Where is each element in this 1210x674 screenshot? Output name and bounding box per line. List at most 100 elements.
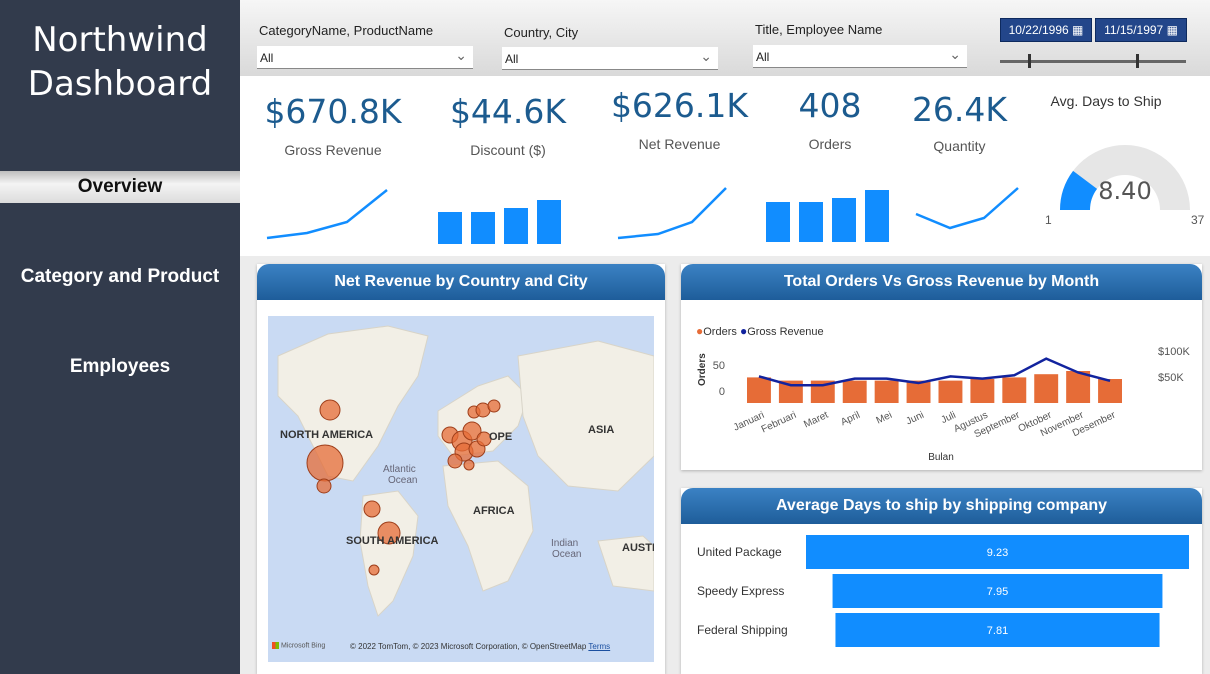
map-bubble[interactable] — [447, 453, 463, 469]
kpi-gross-revenue-label: Gross Revenue — [284, 142, 382, 158]
country-filter-select[interactable]: All ⌄ — [502, 47, 718, 70]
discount-sparkline — [438, 200, 561, 244]
sparkline-bar — [438, 212, 462, 244]
avg-days-gauge — [1060, 145, 1190, 210]
map-bubble[interactable] — [363, 500, 381, 518]
map-bubble[interactable] — [368, 564, 380, 576]
nav-item-overview[interactable]: Overview — [0, 171, 240, 203]
y2-tick-label: $100K — [1158, 346, 1190, 358]
map-bubble[interactable] — [316, 478, 332, 494]
quantity-sparkline — [915, 187, 1019, 230]
start-date-picker[interactable]: 10/22/1996 ▦ — [1000, 18, 1092, 42]
map-panel-title: Net Revenue by Country and City — [257, 264, 665, 300]
label-indian: Indian — [551, 538, 579, 549]
kpi-gross-revenue-value: $670.8K — [264, 92, 402, 131]
sparkline-bar — [537, 200, 561, 244]
label-australia: AUSTR — [622, 542, 654, 554]
nav-item-employees[interactable]: Employees — [0, 356, 240, 378]
shipping-panel: Average Days to ship by shipping company… — [681, 488, 1202, 674]
map-terms-link[interactable]: Terms — [588, 642, 610, 651]
x-tick-label: Maret — [802, 410, 830, 431]
sparkline-bar — [504, 208, 528, 244]
orders-bar — [970, 379, 995, 403]
label-atlantic-ocean: Ocean — [388, 475, 418, 486]
calendar-icon: ▦ — [1072, 23, 1084, 37]
kpi-discount-label: Discount ($) — [470, 142, 546, 158]
calendar-icon: ▦ — [1166, 23, 1178, 37]
gauge-value: 8.40 — [1098, 177, 1152, 205]
category-filter-select[interactable]: All ⌄ — [257, 46, 473, 69]
date-range-start-handle[interactable] — [1028, 54, 1031, 68]
map-brand: Microsoft Bing — [272, 642, 325, 649]
map-brand-text: Microsoft Bing — [280, 642, 326, 650]
app-title-line1: Northwind — [32, 20, 208, 60]
map-bubble[interactable] — [487, 399, 501, 413]
app-title-line2: Dashboard — [27, 64, 213, 104]
label-atlantic: Atlantic — [383, 464, 416, 475]
y2-tick-label: $50K — [1158, 372, 1184, 384]
orders-revenue-title: Total Orders Vs Gross Revenue by Month — [681, 264, 1202, 300]
orders-bar — [874, 380, 899, 403]
map-bubble[interactable] — [306, 444, 344, 482]
orders-revenue-chart: 050$50K$100KOrdersJanuariFebruari Maret Ap… — [697, 346, 1190, 463]
sparkline-bar — [832, 198, 856, 242]
orders-sparkline — [766, 190, 889, 242]
map-bubble[interactable] — [463, 459, 475, 471]
shipping-chart: United Package 9.23 Speedy Express 7.95 Fede… — [697, 535, 1189, 647]
orders-bar — [1098, 379, 1122, 403]
orders-bar — [1002, 377, 1027, 403]
gauge-title: Avg. Days to Ship — [1050, 93, 1162, 109]
sparkline-bar — [471, 212, 495, 244]
kpi-quantity-value: 26.4K — [911, 90, 1008, 129]
country-filter-label: Country, City — [504, 25, 579, 40]
sparkline-bar — [799, 202, 823, 242]
shipper-label: United Package — [697, 545, 782, 559]
chevron-down-icon: ⌄ — [949, 46, 961, 62]
chevron-down-icon: ⌄ — [455, 47, 467, 63]
kpi-net-revenue-label: Net Revenue — [638, 136, 721, 152]
gross-revenue-sparkline — [266, 189, 388, 240]
africa-shape — [442, 460, 534, 592]
map-credit: © 2022 TomTom, © 2023 Microsoft Corporat… — [350, 642, 610, 651]
orders-bar — [747, 377, 771, 403]
kpi-orders-label: Orders — [808, 136, 852, 152]
employee-filter-select[interactable]: All ⌄ — [753, 45, 967, 68]
date-range-end-handle[interactable] — [1136, 54, 1139, 68]
x-tick-label: Juni — [905, 410, 926, 428]
orders-revenue-panel: Total Orders Vs Gross Revenue by Month ●… — [681, 264, 1202, 470]
x-axis-label: Bulan — [928, 452, 954, 463]
kpi-net-revenue-value: $626.1K — [610, 86, 749, 125]
revenue-map[interactable]: NORTH AMERICA OPE ASIA AFRICA SOUTH AMER… — [268, 316, 654, 662]
map-bubble[interactable] — [319, 399, 341, 421]
kpi-discount-value: $44.6K — [449, 92, 567, 131]
y-tick-label: 50 — [713, 360, 725, 372]
y-tick-label: 0 — [719, 386, 725, 398]
asia-shape — [517, 340, 654, 492]
label-indian-ocean: Ocean — [552, 549, 582, 560]
orders-bar — [842, 380, 867, 403]
gauge-max: 37 — [1191, 213, 1205, 227]
orders-bar — [1034, 374, 1059, 403]
north-america-shape — [277, 325, 429, 482]
gauge-min: 1 — [1045, 213, 1052, 227]
country-filter-value: All — [505, 52, 519, 66]
microsoft-logo-icon — [272, 642, 279, 649]
x-tick-label: Februari — [760, 410, 798, 436]
net-revenue-sparkline — [617, 187, 727, 240]
category-filter-value: All — [260, 51, 274, 65]
shipper-label: Federal Shipping — [697, 623, 788, 637]
shipper-value-label: 9.23 — [987, 547, 1008, 559]
end-date-picker[interactable]: 11/15/1997 ▦ — [1095, 18, 1187, 42]
sparkline-bar — [766, 202, 790, 242]
sparkline-bar — [865, 190, 889, 242]
chevron-down-icon: ⌄ — [700, 48, 712, 64]
shipper-value-label: 7.81 — [987, 625, 1008, 637]
sparkline-line — [617, 187, 727, 240]
app-title: Northwind Dashboard — [0, 18, 240, 106]
nav-item-category-and-product[interactable]: Category and Product — [0, 266, 240, 288]
shipper-label: Speedy Express — [697, 584, 784, 598]
sparkline-line — [266, 189, 388, 240]
y-axis-label: Orders — [697, 353, 708, 386]
orders-bar — [938, 380, 963, 403]
employee-filter-label: Title, Employee Name — [755, 22, 883, 37]
